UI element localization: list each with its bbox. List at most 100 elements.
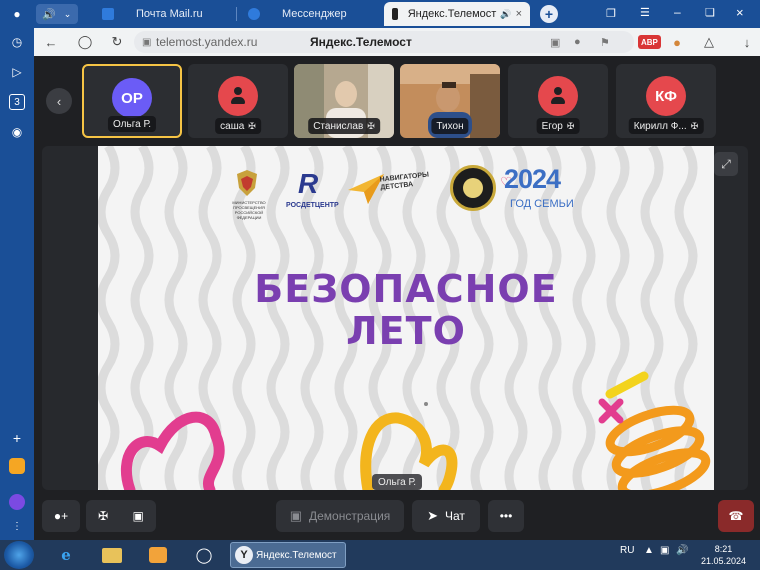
participant-tile-kirill[interactable]: КФ Кирилл Ф... ✠ <box>616 64 716 138</box>
reload-icon[interactable]: ↻ <box>108 33 126 51</box>
media-controls: ✠ ▣ <box>86 500 156 532</box>
browser-tab-strip: ● 🔊 ⌄ Почта Mail.ru Мессенджер Яндекс.Тел… <box>0 0 760 28</box>
extension-icon[interactable]: ● <box>668 33 686 51</box>
chat-button[interactable]: ➤ Чат <box>412 500 480 532</box>
end-call-button[interactable]: ☎ <box>718 500 754 532</box>
adblock-label: ABP <box>641 37 658 47</box>
download-icon[interactable]: ↓ <box>738 33 756 51</box>
invite-button[interactable]: ●+ <box>42 500 80 532</box>
menu-icon[interactable]: ☰ <box>640 6 650 19</box>
start-button[interactable] <box>4 541 34 569</box>
participant-tile-sasha[interactable]: саша ✠ <box>188 64 288 138</box>
hang-up-icon: ☎ <box>728 509 744 523</box>
fullscreen-icon[interactable]: ⤢ <box>714 152 738 176</box>
tab-label: Мессенджер <box>282 8 347 20</box>
participant-name-text: саша <box>220 120 245 132</box>
participant-name-text: Тихон <box>436 120 464 132</box>
participant-name: Ольга Р. <box>107 116 157 132</box>
adblock-icon[interactable]: ABP <box>638 35 661 49</box>
mic-off-icon: ✠ <box>690 120 699 131</box>
taskbar-app-label: Яндекс.Телемост <box>256 549 337 561</box>
yandex-browser-icon: Y <box>235 546 253 564</box>
coat-of-arms-icon <box>237 170 257 196</box>
avatar <box>538 76 578 116</box>
profile-icon[interactable]: ● <box>9 6 25 22</box>
media-player-icon[interactable] <box>140 542 176 568</box>
participant-tile-stanislav[interactable]: Станислав ✠ <box>294 64 394 138</box>
clock[interactable]: 8:21 21.05.2024 <box>701 543 746 567</box>
mic-permission-icon[interactable]: ● <box>574 36 581 48</box>
participant-tile-tikhon[interactable]: Тихон <box>400 64 500 138</box>
tray-arrow-icon[interactable]: ▲ <box>644 545 654 556</box>
participant-name-text: Станислав <box>313 120 364 132</box>
mic-off-icon[interactable]: ✠ <box>98 509 108 523</box>
address-toolbar: ← ◯ ↻ ▣ telemost.yandex.ru Яндекс.Телемо… <box>34 28 760 56</box>
add-icon[interactable]: + <box>9 430 25 446</box>
rosdetcenter-icon: R <box>298 168 319 199</box>
chevron-left-icon[interactable]: ‹ <box>46 88 72 114</box>
close-icon[interactable]: × <box>516 8 522 20</box>
participant-name-text: Кирилл Ф... <box>633 120 687 132</box>
audio-indicator[interactable]: 🔊 ⌄ <box>36 4 78 24</box>
yandex-icon[interactable]: ◯ <box>76 33 94 51</box>
participant-name: Кирилл Ф... ✠ <box>628 118 704 134</box>
language-indicator[interactable]: RU <box>620 545 634 556</box>
back-icon[interactable]: ← <box>42 33 60 51</box>
internet-explorer-icon[interactable]: e <box>48 542 84 568</box>
year-logo: 2024 <box>504 164 561 194</box>
presentation-slide: МИНИСТЕРСТВО ПРОСВЕЩЕНИЯ РОССИЙСКОЙ ФЕДЕ… <box>98 146 714 490</box>
tab-messenger[interactable]: Мессенджер <box>240 2 355 26</box>
volume-icon[interactable]: 🔊 <box>676 545 688 556</box>
participant-name: Тихон <box>431 118 469 134</box>
person-icon <box>551 87 565 105</box>
avatar: КФ <box>646 76 686 116</box>
camera-permission-icon[interactable]: ▣ <box>550 36 560 49</box>
address-bar[interactable]: ▣ telemost.yandex.ru Яндекс.Телемост ▣ ●… <box>134 31 634 53</box>
navigators-logo-text: НАВИГАТОРЫ ДЕТСТВА <box>379 171 430 192</box>
history-icon[interactable]: ◷ <box>9 34 25 50</box>
speaker-icon: 🔊 <box>42 8 56 21</box>
rosdetcenter-logo-text: РОСДЕТЦЕНТР <box>286 202 339 209</box>
tabs-icon[interactable]: ❐ <box>606 7 616 20</box>
more-icon[interactable]: ⋮ <box>9 518 25 534</box>
more-icon: ••• <box>499 509 513 523</box>
camera-icon[interactable]: ▣ <box>133 509 144 523</box>
screen-share-button[interactable]: ▣ Демонстрация <box>276 500 404 532</box>
bookmark-icon[interactable]: ⚑ <box>600 36 610 49</box>
shield-icon[interactable]: △ <box>700 33 718 51</box>
avatar <box>218 76 258 116</box>
new-tab-button[interactable]: + <box>540 5 558 23</box>
mic-off-icon: ✠ <box>248 120 256 131</box>
mail-app-icon[interactable] <box>9 458 25 474</box>
mic-off-icon: ✠ <box>566 120 575 131</box>
add-user-icon: ●+ <box>53 509 69 523</box>
participant-tile-egor[interactable]: Егор ✠ <box>508 64 608 138</box>
slide-headline: БЕЗОПАСНОЕ ЛЕТО <box>98 268 714 352</box>
mail-icon <box>102 8 114 20</box>
avatar-initials: ОР <box>121 89 143 107</box>
window-close-button[interactable]: × <box>736 5 744 20</box>
taskbar-active-app[interactable]: Y Яндекс.Телемост <box>230 542 346 568</box>
minimize-button[interactable]: – <box>674 5 681 19</box>
avatar: ОР <box>112 78 152 118</box>
tab-count-badge[interactable]: 3 <box>9 94 25 110</box>
camera-icon[interactable]: ◉ <box>9 124 25 140</box>
play-icon[interactable]: ▷ <box>9 64 25 80</box>
active-speaker-name: Ольга Р. <box>378 476 417 488</box>
explorer-icon[interactable] <box>94 542 130 568</box>
tab-telemost[interactable]: Яндекс.Телемост 🔊 × <box>384 2 530 26</box>
browser-icon[interactable]: ◯ <box>186 542 222 568</box>
restore-button[interactable]: ❏ <box>705 6 715 19</box>
seal-icon <box>450 165 496 211</box>
tab-mail[interactable]: Почта Mail.ru <box>94 2 211 26</box>
more-options-button[interactable]: ••• <box>488 500 524 532</box>
participant-name-text: Ольга Р. <box>112 118 152 130</box>
clock-date: 21.05.2024 <box>700 556 746 566</box>
participant-name: Егор ✠ <box>536 118 580 134</box>
tab-count-label: 3 <box>14 96 20 108</box>
tab-audio-icon[interactable]: 🔊 <box>500 9 511 20</box>
participant-name-text: Егор <box>541 120 563 132</box>
participant-tile-olga[interactable]: ОР Ольга Р. <box>82 64 182 138</box>
network-icon[interactable]: ▣ <box>660 545 669 556</box>
alice-icon[interactable] <box>9 494 25 510</box>
